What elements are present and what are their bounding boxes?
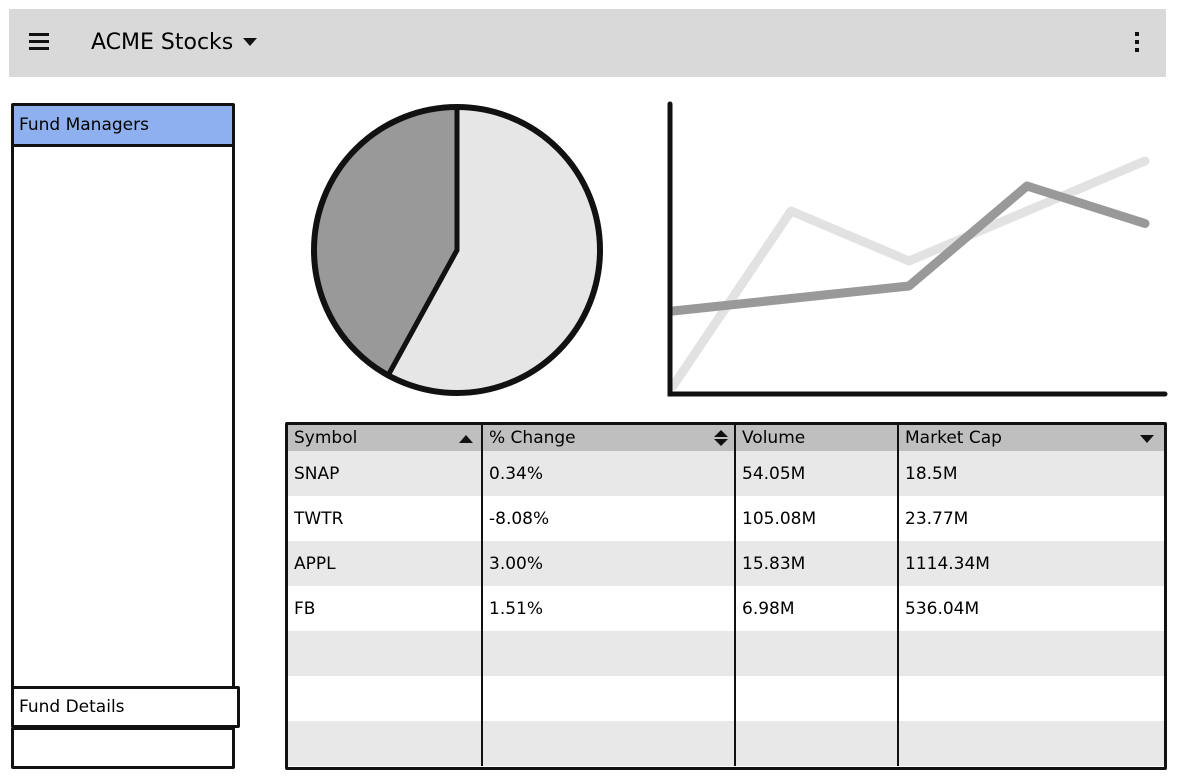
line-chart — [660, 96, 1175, 402]
table-cell: 105.08M — [734, 496, 898, 541]
fund-managers-panel: Fund Managers — [11, 103, 235, 689]
line-series — [668, 181, 1150, 316]
table-header-row: Symbol % Change Volume Market Cap — [288, 425, 1164, 451]
sidebar-item-fund-managers[interactable]: Fund Managers — [14, 106, 232, 147]
sort-ascending-icon — [459, 435, 473, 443]
top-app-bar: ACME Stocks — [9, 9, 1166, 77]
column-header-change[interactable]: % Change — [481, 425, 735, 451]
table-cell — [734, 721, 898, 766]
line-series — [668, 156, 1150, 391]
column-header-label: Market Cap — [905, 428, 1002, 448]
app-title-dropdown[interactable]: ACME Stocks — [91, 29, 258, 57]
table-cell: -8.08% — [481, 496, 735, 541]
table-cell — [288, 631, 482, 676]
table-cell — [481, 721, 735, 766]
table-cell: 1.51% — [481, 586, 735, 631]
fund-details-panel — [11, 727, 235, 769]
table-cell: 54.05M — [734, 451, 898, 496]
table-cell: 23.77M — [897, 496, 1164, 541]
stocks-table: Symbol % Change Volume Market Cap SNAP 0.… — [285, 422, 1167, 770]
column-header-label: % Change — [489, 428, 576, 448]
table-cell — [481, 676, 735, 721]
fund-details-item[interactable]: Fund Details — [11, 686, 240, 728]
table-cell — [734, 631, 898, 676]
table-cell: 6.98M — [734, 586, 898, 631]
table-cell: 15.83M — [734, 541, 898, 586]
table-row[interactable] — [288, 721, 1164, 766]
line-chart-svg — [667, 101, 1168, 397]
column-header-symbol[interactable]: Symbol — [288, 425, 482, 451]
sort-toggle-icon — [714, 429, 728, 447]
app-title: ACME Stocks — [91, 30, 234, 55]
table-cell: 0.34% — [481, 451, 735, 496]
column-header-label: Volume — [742, 428, 806, 448]
column-header-volume[interactable]: Volume — [734, 425, 898, 451]
table-row[interactable] — [288, 631, 1164, 676]
pie-chart — [306, 101, 608, 399]
table-row[interactable] — [288, 676, 1164, 721]
table-cell: 3.00% — [481, 541, 735, 586]
table-cell: APPL — [288, 541, 482, 586]
table-cell: 1114.34M — [897, 541, 1164, 586]
table-cell — [897, 721, 1164, 766]
table-cell: 536.04M — [897, 586, 1164, 631]
table-cell — [288, 676, 482, 721]
kebab-menu-icon[interactable] — [1134, 32, 1140, 52]
table-cell — [734, 676, 898, 721]
table-cell: FB — [288, 586, 482, 631]
pie-chart-svg — [311, 104, 603, 396]
column-header-label: Symbol — [294, 428, 358, 448]
table-row[interactable]: FB 1.51% 6.98M 536.04M — [288, 586, 1164, 631]
hamburger-menu-icon[interactable] — [29, 33, 55, 53]
table-cell: 18.5M — [897, 451, 1164, 496]
table-row[interactable]: APPL 3.00% 15.83M 1114.34M — [288, 541, 1164, 586]
table-cell — [897, 676, 1164, 721]
table-row[interactable]: SNAP 0.34% 54.05M 18.5M — [288, 451, 1164, 496]
table-cell: SNAP — [288, 451, 482, 496]
table-cell — [897, 631, 1164, 676]
table-cell: TWTR — [288, 496, 482, 541]
chart-axes — [667, 101, 1168, 397]
caret-down-icon — [243, 38, 258, 46]
table-row[interactable]: TWTR -8.08% 105.08M 23.77M — [288, 496, 1164, 541]
column-header-market-cap[interactable]: Market Cap — [897, 425, 1164, 451]
sort-descending-icon — [1140, 435, 1154, 443]
table-cell — [481, 631, 735, 676]
table-cell — [288, 721, 482, 766]
